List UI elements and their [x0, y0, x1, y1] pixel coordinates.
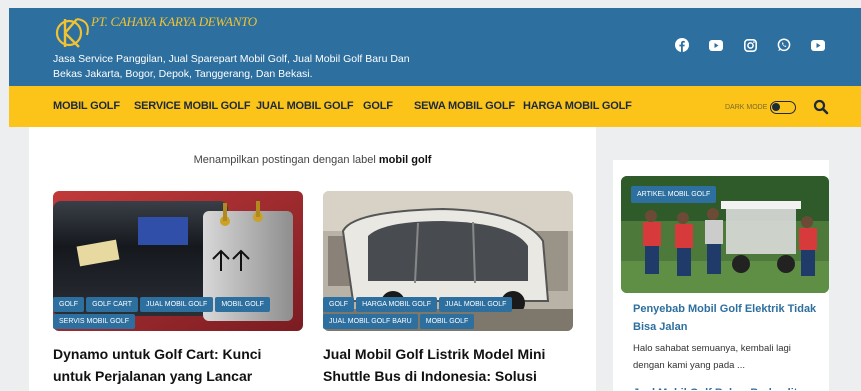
youtube-icon[interactable] [707, 36, 725, 54]
nav-item-golf[interactable]: GOLF [363, 100, 393, 112]
dark-mode-toggle[interactable] [770, 101, 797, 114]
site-tagline: Jasa Service Panggilan, Jual Sparepart M… [53, 53, 410, 80]
instagram-icon[interactable] [741, 36, 759, 54]
tag-link[interactable]: MOBIL GOLF [419, 314, 475, 329]
tag-link[interactable]: GOLF [53, 297, 85, 312]
nav-item-jual-mobil-golf[interactable]: JUAL MOBIL GOLF [256, 100, 354, 112]
sidebar: ARTIKEL MOBIL GOLF Penyebab Mobil Golf E… [613, 160, 829, 391]
whatsapp-icon[interactable] [775, 36, 793, 54]
youtube-icon[interactable] [809, 36, 827, 54]
toggle-knob [772, 103, 781, 111]
logo-icon [55, 18, 89, 48]
tag-link[interactable]: JUAL MOBIL GOLF [140, 297, 214, 312]
sidebar-post-thumbnail[interactable]: ARTIKEL MOBIL GOLF [621, 176, 829, 293]
tag-link[interactable]: MOBIL GOLF [215, 297, 270, 312]
dark-mode-switch[interactable]: DARK MODE [725, 101, 797, 114]
label-heading: Menampilkan postingan dengan label mobil… [29, 154, 596, 166]
tag-link[interactable]: GOLF [323, 297, 355, 312]
tag-link[interactable]: HARGA MOBIL GOLF [356, 297, 438, 312]
sidebar-category-badge[interactable]: ARTIKEL MOBIL GOLF [631, 186, 717, 203]
sidebar-next-post-title[interactable]: Jual Mobil Golf Bekas Berkualitas [633, 384, 823, 390]
social-links [673, 36, 827, 54]
nav-item-service-mobil-golf[interactable]: SERVICE MOBIL GOLF [134, 100, 251, 112]
nav-item-mobil-golf[interactable]: MOBIL GOLF [53, 100, 120, 112]
post-tags: GOLF GOLF CART JUAL MOBIL GOLF MOBIL GOL… [53, 297, 293, 329]
search-icon[interactable] [813, 99, 829, 115]
nav-item-harga-mobil-golf[interactable]: HARGA MOBIL GOLF [523, 100, 632, 112]
label-value: mobil golf [378, 154, 432, 166]
facebook-icon[interactable] [673, 36, 691, 54]
dark-mode-label: DARK MODE [725, 104, 768, 111]
site-header: PT. CAHAYA KARYA DEWANTO Jasa Service Pa… [9, 8, 861, 86]
main-content: Menampilkan postingan dengan label mobil… [29, 127, 596, 391]
site-logo[interactable]: PT. CAHAYA KARYA DEWANTO [53, 10, 257, 52]
label-prefix: Menampilkan postingan dengan label [193, 154, 376, 166]
nav-item-sewa-mobil-golf[interactable]: SEWA MOBIL GOLF [414, 100, 515, 112]
tag-link[interactable]: SERVIS MOBIL GOLF [53, 314, 136, 329]
tag-link[interactable]: JUAL MOBIL GOLF BARU [323, 314, 418, 329]
post-title[interactable]: Dynamo untuk Golf Cart: Kunci untuk Perj… [53, 343, 303, 387]
post-tags: GOLF HARGA MOBIL GOLF JUAL MOBIL GOLF JU… [323, 297, 563, 329]
post-title[interactable]: Jual Mobil Golf Listrik Model Mini Shutt… [323, 343, 573, 391]
main-navigation: MOBIL GOLF SERVICE MOBIL GOLF JUAL MOBIL… [9, 86, 861, 127]
sidebar-post-excerpt: Halo sahabat semuanya, kembali lagi deng… [633, 343, 791, 371]
tag-link[interactable]: GOLF CART [86, 297, 138, 312]
logo-text: PT. CAHAYA KARYA DEWANTO [91, 14, 257, 29]
sidebar-post-title[interactable]: Penyebab Mobil Golf Elektrik Tidak Bisa … [633, 300, 829, 336]
tag-link[interactable]: JUAL MOBIL GOLF [439, 297, 513, 312]
